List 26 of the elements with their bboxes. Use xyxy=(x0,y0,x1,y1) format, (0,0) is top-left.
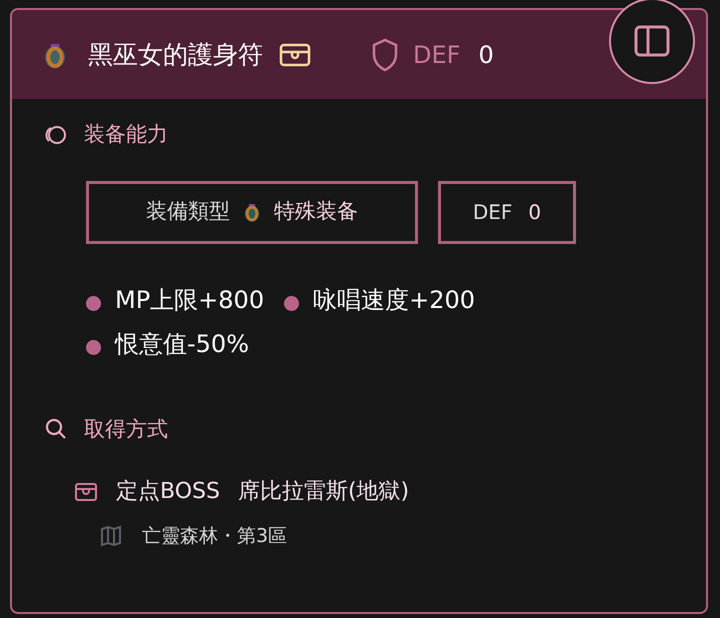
type-label: 装備類型 xyxy=(146,198,230,226)
def-label: DEF xyxy=(413,40,460,70)
def-box-label: DEF xyxy=(472,199,512,226)
bullet-icon xyxy=(284,296,300,311)
bullet-icon xyxy=(86,340,101,355)
source-type: 定点BOSS xyxy=(116,478,220,506)
item-title: 黑巫女的護身符 xyxy=(88,38,263,71)
shield-icon xyxy=(371,38,399,72)
bullet-icon xyxy=(86,296,101,311)
def-box-value: 0 xyxy=(528,199,542,226)
sidebar-icon xyxy=(634,25,670,57)
spiral-icon xyxy=(44,124,68,146)
section-heading: 取得方式 xyxy=(84,416,168,442)
effect-text: 咏唱速度+200 xyxy=(313,284,476,316)
chest-icon xyxy=(74,482,98,502)
location-text: 亡靈森林・第3區 xyxy=(142,524,288,549)
boss-name: 席比拉雷斯(地獄) xyxy=(238,478,410,506)
type-value: 特殊装备 xyxy=(274,198,358,226)
effect-text: MP上限+800 xyxy=(115,284,264,316)
map-icon xyxy=(100,525,122,548)
ring-icon xyxy=(244,201,260,223)
search-icon xyxy=(44,417,68,442)
chest-icon xyxy=(279,42,311,68)
def-value: 0 xyxy=(478,40,494,70)
section-heading: 装备能力 xyxy=(84,121,168,148)
effect-text: 恨意值-50% xyxy=(115,328,250,360)
